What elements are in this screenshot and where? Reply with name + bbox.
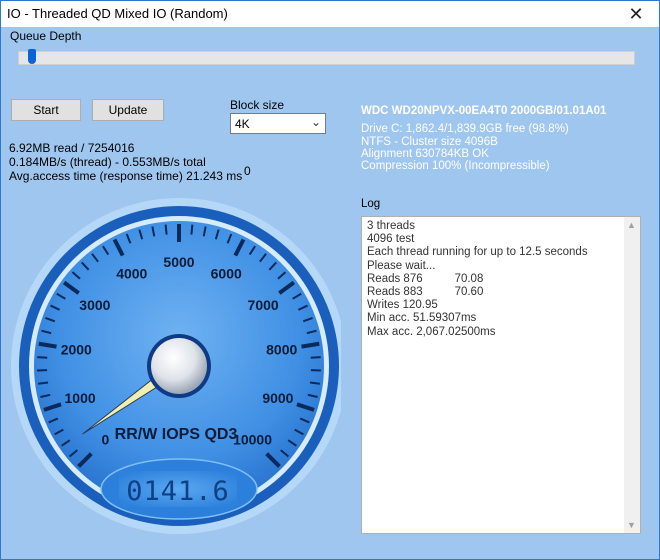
drive-info-line: Compression 100% (Incompressible) xyxy=(361,160,550,172)
gauge-scale-label: 10000 xyxy=(233,432,272,448)
scroll-down-icon[interactable]: ▼ xyxy=(627,520,636,530)
gauge-hub xyxy=(151,338,207,394)
log-line: Please wait... xyxy=(367,259,436,272)
block-size-label: Block size xyxy=(230,98,285,112)
log-scrollbar[interactable]: ▲ ▼ xyxy=(624,217,640,533)
gauge-minor-tick xyxy=(37,356,48,359)
scroll-up-icon[interactable]: ▲ xyxy=(627,220,636,230)
drive-info-line: Drive C: 1,862.4/1,839.9GB free (98.8%) xyxy=(361,123,569,135)
gauge-scale-label: 6000 xyxy=(211,265,242,281)
block-size-select[interactable]: 4K ⌄ xyxy=(230,113,326,134)
drive-model: WDC WD20NPVX-00EA4T0 2000GB/01.01A01 xyxy=(361,105,607,117)
gauge-minor-tick xyxy=(310,356,321,359)
drive-info-line: Alignment 630784KB OK xyxy=(361,148,489,160)
log-line: Each thread running for up to 12.5 secon… xyxy=(367,246,588,259)
gauge-minor-tick xyxy=(164,224,168,235)
chevron-down-icon: ⌄ xyxy=(310,115,321,129)
gauge-scale-label: 4000 xyxy=(116,265,147,281)
gauge-minor-tick xyxy=(190,224,194,235)
log-line: 3 threads xyxy=(367,220,415,232)
close-icon[interactable]: ✕ xyxy=(613,1,659,27)
gauge-title: RR/W IOPS QD3 xyxy=(115,426,238,443)
gauge-major-tick xyxy=(38,341,57,349)
log-label: Log xyxy=(361,198,381,210)
drive-info-line: NTFS - Cluster size 4096B xyxy=(361,136,498,148)
gauge-scale-label: 7000 xyxy=(248,297,279,313)
gauge-scale-label: 9000 xyxy=(262,390,293,406)
gauge-scale-label: 8000 xyxy=(266,342,297,358)
gauge-minor-tick xyxy=(309,381,321,385)
log-line: Min acc. 51.59307ms xyxy=(367,312,477,325)
log-textarea[interactable]: 3 threads 4096 test Each thread running fo… xyxy=(361,216,641,534)
stats-access-time: Avg.access time (response time) 21.243 m… xyxy=(9,169,243,183)
stats-throughput: 0.184MB/s (thread) - 0.553MB/s total xyxy=(9,155,206,169)
queue-depth-slider-thumb[interactable] xyxy=(28,49,36,64)
gauge-readout: 0141.6 xyxy=(126,476,230,507)
gauge-scale-label: 5000 xyxy=(163,254,194,270)
window-title: IO - Threaded QD Mixed IO (Random) xyxy=(7,6,228,21)
block-size-value: 4K xyxy=(235,117,250,131)
update-button[interactable]: Update xyxy=(92,99,164,121)
log-line: Writes 120.95 xyxy=(367,299,438,312)
log-line: Max acc. 2,067.02500ms xyxy=(367,325,496,338)
gauge-minor-tick xyxy=(37,381,49,385)
stats-counter: 0 xyxy=(244,164,251,178)
queue-depth-label: Queue Depth xyxy=(10,29,82,43)
log-lines: 3 threads 4096 test Each thread running fo… xyxy=(367,220,588,339)
iops-gauge: 0 1000 2000 3000 4000 5000 6000 7000 8000 9000 100… xyxy=(11,198,341,534)
gauge-scale-label: 2000 xyxy=(61,342,92,358)
gauge-scale-label: 3000 xyxy=(79,297,110,313)
log-line: Reads 876 70.08 xyxy=(367,272,484,285)
gauge-major-tick xyxy=(301,341,320,349)
title-bar: IO - Threaded QD Mixed IO (Random) ✕ xyxy=(1,1,659,27)
log-line: Reads 883 70.60 xyxy=(367,286,484,299)
start-button[interactable]: Start xyxy=(11,99,81,121)
gauge-scale-label: 1000 xyxy=(65,390,96,406)
gauge-scale-label: 0 xyxy=(102,432,110,448)
log-line: 4096 test xyxy=(367,233,415,246)
app-window: IO - Threaded QD Mixed IO (Random) ✕ Que… xyxy=(0,0,660,560)
stats-read: 6.92MB read / 7254016 xyxy=(9,141,135,155)
queue-depth-slider[interactable] xyxy=(18,51,635,65)
